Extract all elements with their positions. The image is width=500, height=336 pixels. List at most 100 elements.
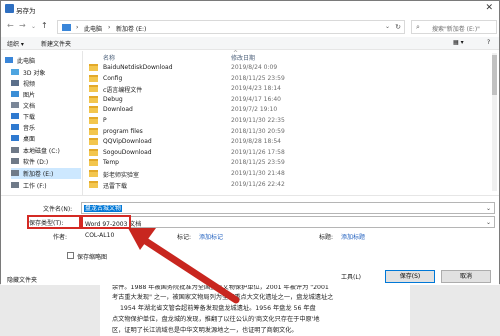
sidebar-item-label: 文档 [23, 103, 36, 110]
file-date: 2019/11/30 21:48 [231, 170, 285, 177]
refresh-icon[interactable]: ↻ [395, 23, 401, 31]
file-list-scrollbar[interactable] [492, 53, 497, 191]
filetype-label-highlight [27, 215, 81, 229]
back-button[interactable]: ← [7, 21, 14, 30]
file-name: Temp [103, 159, 119, 167]
sidebar-item-label: 新加卷 (E:) [23, 171, 54, 178]
tags-input[interactable]: 添加标记 [199, 232, 223, 241]
breadcrumb-drive-e[interactable]: 新加卷 (E:) [116, 24, 146, 33]
tools-menu[interactable]: 工具(L) [341, 272, 361, 281]
column-header-date[interactable]: 修改日期 [231, 53, 255, 62]
desktop-icon [11, 135, 19, 141]
folder-icon [89, 138, 98, 146]
list-item[interactable]: 迅雷下载 2019/11/26 22:42 [87, 179, 497, 190]
folder-icon [89, 159, 98, 167]
file-name: Config [103, 74, 123, 82]
list-item[interactable]: program files 2018/11/30 20:59 [87, 126, 497, 137]
address-dropdown-icon[interactable]: ⌄ [385, 23, 390, 30]
sidebar-item-label: 本地磁盘 (C:) [23, 148, 60, 155]
list-item[interactable]: Debug 2019/4/17 16:40 [87, 94, 497, 105]
sidebar-item-3d-objects[interactable]: 3D 对象 [11, 67, 81, 78]
list-item[interactable]: QQVipDownload 2019/8/28 18:54 [87, 136, 497, 147]
breadcrumb-separator: › [76, 24, 79, 31]
file-date: 2019/4/17 16:40 [231, 95, 281, 103]
chevron-down-icon[interactable]: ⌄ [486, 205, 491, 212]
sidebar-item-drive-f[interactable]: 工作 (F:) [11, 180, 81, 191]
sidebar-item-pictures[interactable]: 图片 [11, 89, 81, 100]
list-item[interactable]: Download 2019/7/2 19:10 [87, 104, 497, 115]
file-date: 2018/11/30 20:59 [231, 127, 285, 135]
file-name: SogouDownload [103, 148, 152, 156]
search-box[interactable]: ⌕ 搜索"新加卷 (E:)" [411, 20, 497, 34]
file-date: 2018/11/25 23:59 [231, 74, 285, 82]
chevron-down-icon[interactable]: ⌄ [486, 219, 491, 226]
save-button[interactable]: 保存(S) [385, 270, 435, 283]
list-item[interactable]: 彭老师实验室 2019/11/30 21:48 [87, 168, 497, 179]
document-margin-right [410, 278, 500, 336]
list-item[interactable]: SogouDownload 2019/11/26 17:58 [87, 147, 497, 158]
sidebar-item-desktop[interactable]: 桌面 [11, 133, 81, 144]
close-button[interactable]: ✕ [485, 3, 493, 13]
sidebar-item-label: 软件 (D:) [23, 159, 49, 166]
file-name: program files [103, 127, 143, 135]
hide-folders-toggle[interactable]: 隐藏文件夹 [7, 275, 37, 284]
author-value[interactable]: COL-AL10 [85, 232, 114, 239]
word-app-icon [5, 4, 14, 13]
sidebar-item-drive-c[interactable]: 本地磁盘 (C:) [11, 145, 81, 156]
list-item[interactable]: Temp 2018/11/25 23:59 [87, 157, 497, 168]
sidebar-item-drive-d[interactable]: 软件 (D:) [11, 156, 81, 167]
file-date: 2019/11/30 22:35 [231, 117, 285, 124]
background-document: 余件。1988 年被国务院批准为全国重点文物保护单位，2001 年被评为 "20… [0, 278, 500, 336]
sidebar-item-drive-e[interactable]: 新加卷 (E:) [11, 168, 81, 179]
column-header-name[interactable]: 名称 [103, 53, 115, 62]
file-name: P [103, 117, 107, 124]
tags-label: 标记: [177, 234, 192, 241]
address-bar[interactable]: › 此电脑 › 新加卷 (E:) ⌄ ↻ [57, 20, 405, 34]
list-item[interactable]: Config 2018/11/25 23:59 [87, 73, 497, 84]
sidebar-item-this-pc[interactable]: 此电脑 [5, 55, 75, 66]
filename-value: 盘龙古城文物 [84, 205, 123, 212]
sidebar-item-label: 视频 [23, 81, 36, 88]
forward-button[interactable]: → [19, 21, 26, 30]
command-bar: 组织 ▾ 新建文件夹 ▦ ▾ ? [1, 37, 499, 50]
pc-icon [5, 57, 13, 63]
new-folder-button[interactable]: 新建文件夹 [41, 39, 71, 48]
cancel-button[interactable]: 取消 [441, 270, 491, 283]
save-thumbnail-checkbox[interactable] [67, 252, 74, 259]
video-icon [11, 80, 19, 86]
filetype-select[interactable]: Word 97-2003 文档 ⌄ [81, 216, 495, 228]
file-name: Download [103, 106, 133, 114]
music-icon [11, 124, 19, 130]
list-item[interactable]: BaiduNetdiskDownload 2019/8/24 0:09 [87, 62, 497, 73]
file-date: 2019/11/26 17:58 [231, 148, 285, 156]
organize-menu[interactable]: 组织 ▾ [7, 39, 24, 48]
file-name: Debug [103, 95, 123, 103]
download-icon [11, 113, 19, 119]
pc-icon [62, 24, 71, 31]
save-thumbnail-label: 保存缩略图 [77, 254, 108, 261]
file-date: 2019/7/2 19:10 [231, 106, 278, 114]
author-label: 作者: [53, 234, 68, 241]
picture-icon [11, 91, 19, 97]
filename-input[interactable]: 盘龙古城文物 ⌄ [81, 202, 495, 214]
list-item[interactable]: c语言编程文件 2019/4/23 18:14 [87, 83, 497, 94]
sidebar-item-documents[interactable]: 文档 [11, 100, 81, 111]
scrollbar-thumb[interactable] [492, 55, 497, 95]
view-options-button[interactable]: ▦ ▾ [453, 39, 464, 46]
sidebar-item-music[interactable]: 音乐 [11, 122, 81, 133]
filetype-value-highlight [81, 215, 131, 229]
breadcrumb-this-pc[interactable]: 此电脑 [84, 24, 102, 33]
file-list: ^ 名称 修改日期 BaiduNetdiskDownload 2019/8/24 … [83, 50, 499, 195]
sidebar-item-videos[interactable]: 视频 [11, 78, 81, 89]
sidebar-item-downloads[interactable]: 下载 [11, 111, 81, 122]
list-item[interactable]: P 2019/11/30 22:35 [87, 115, 497, 126]
breadcrumb-separator: › [108, 24, 111, 31]
help-button[interactable]: ? [487, 39, 490, 46]
recent-locations-dropdown[interactable]: ⌄ [31, 23, 36, 30]
folder-icon [89, 64, 98, 71]
up-button[interactable]: ↑ [41, 21, 48, 30]
sidebar-item-label: 图片 [23, 92, 36, 99]
search-icon: ⌕ [416, 23, 420, 31]
folder-icon [89, 117, 98, 124]
title-input[interactable]: 添加标题 [341, 232, 365, 241]
